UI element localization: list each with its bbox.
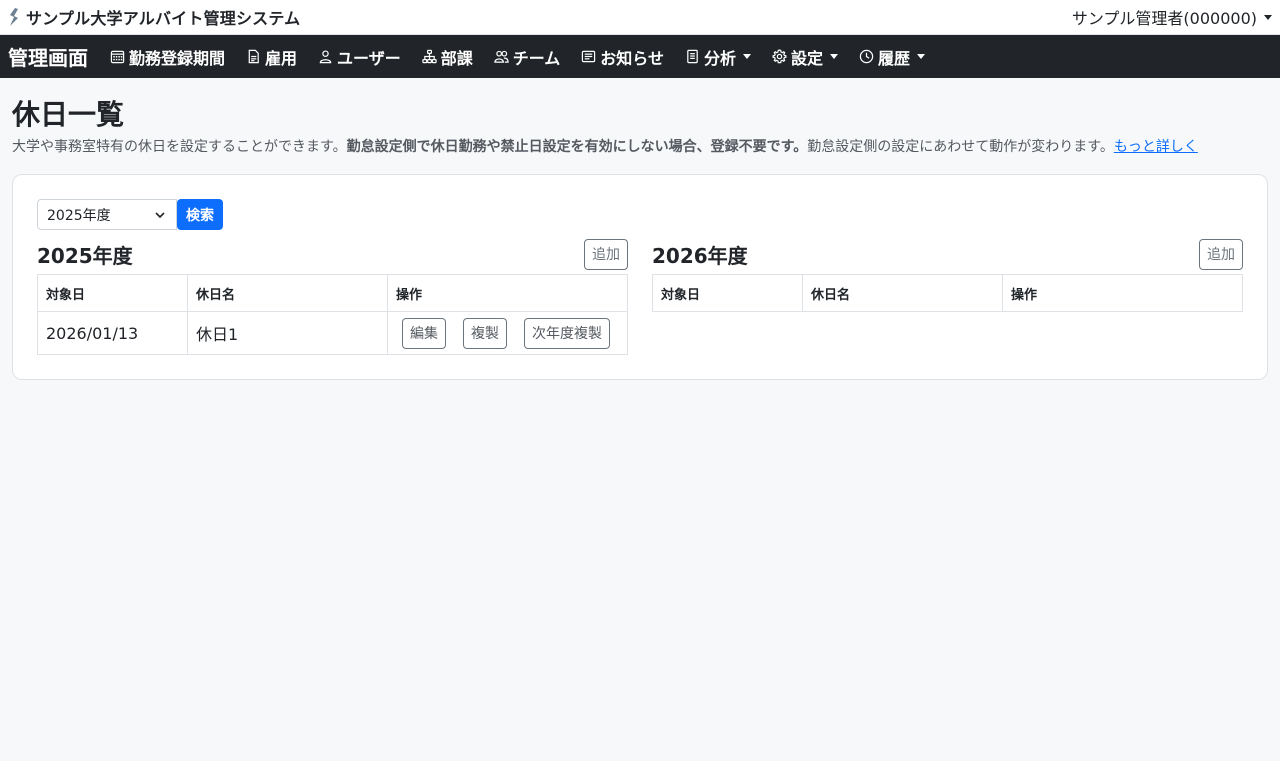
chevron-down-icon <box>917 54 925 59</box>
year-select-value: 2025年度 <box>47 207 111 224</box>
gear-icon <box>772 49 787 64</box>
column-header-date: 対象日 <box>37 274 188 312</box>
year-title: 2025年度 <box>37 243 133 268</box>
nav-item-users[interactable]: ユーザー <box>318 45 401 69</box>
nav-items: 勤務登録期間 雇用 ユーザー 部課 チーム お知らせ 分析 設定 履歴 <box>110 45 946 69</box>
add-holiday-button[interactable]: 追加 <box>584 238 628 270</box>
nav-item-history[interactable]: 履歴 <box>859 45 925 69</box>
nav-item-analysis[interactable]: 分析 <box>685 45 751 69</box>
nav-item-notices[interactable]: お知らせ <box>581 45 664 69</box>
people-icon <box>494 50 509 63</box>
duplicate-button[interactable]: 複製 <box>463 317 507 349</box>
news-icon <box>582 50 596 63</box>
year-section-2025: 2025年度 追加 対象日 休日名 操作 2026/01/13 休日1 編集 複… <box>37 238 628 355</box>
nav-item-label: 雇用 <box>265 48 298 68</box>
column-header-name: 休日名 <box>802 274 1003 312</box>
app-logo-icon <box>10 8 18 26</box>
holiday-table: 対象日 休日名 操作 <box>652 274 1243 312</box>
nav-brand[interactable]: 管理画面 <box>8 42 88 71</box>
year-section-2026: 2026年度 追加 対象日 休日名 操作 <box>652 238 1243 312</box>
copy-to-next-year-button[interactable]: 次年度複製 <box>524 317 610 349</box>
add-holiday-button[interactable]: 追加 <box>1199 238 1243 270</box>
app-brand[interactable]: サンプル大学アルバイト管理システム <box>8 5 300 29</box>
nav-item-label: チーム <box>512 48 561 68</box>
chevron-down-icon <box>155 211 165 218</box>
nav-item-teams[interactable]: チーム <box>494 45 561 69</box>
nav-item-work-period[interactable]: 勤務登録期間 <box>110 45 225 69</box>
top-bar: サンプル大学アルバイト管理システム サンプル管理者(000000) <box>0 0 1280 35</box>
edit-button[interactable]: 編集 <box>402 317 446 349</box>
nav-item-label: 分析 <box>703 48 736 68</box>
nav-item-label: お知らせ <box>600 48 664 68</box>
chevron-down-icon <box>742 54 751 59</box>
chevron-down-icon <box>1264 14 1272 20</box>
page-description: 大学や事務室特有の休日を設定することができます。勤怠設定側で休日勤務や禁止日設定… <box>12 136 1198 156</box>
user-menu[interactable]: サンプル管理者(000000) <box>1072 5 1272 29</box>
calendar-icon <box>110 50 125 64</box>
nav-item-label: 設定 <box>790 48 823 68</box>
holiday-card: 2025年度 検索 2025年度 追加 対象日 休日名 操作 2026/01/1… <box>12 174 1268 380</box>
table-row: 2026/01/13 休日1 編集 複製 次年度複製 <box>37 311 628 355</box>
holiday-date: 2026/01/13 <box>37 311 188 355</box>
nav-item-label: 勤務登録期間 <box>129 48 226 68</box>
nav-item-label: 履歴 <box>877 48 910 68</box>
column-header-ops: 操作 <box>387 274 628 312</box>
app-title: サンプル大学アルバイト管理システム <box>26 9 301 28</box>
year-header: 2025年度 追加 <box>37 238 628 270</box>
clock-icon <box>859 49 874 64</box>
column-header-ops: 操作 <box>1002 274 1243 312</box>
main-navbar: 管理画面 勤務登録期間 雇用 ユーザー 部課 チーム お知らせ 分析 設定 履歴 <box>0 35 1280 78</box>
column-header-date: 対象日 <box>652 274 803 312</box>
page-title: 休日一覧 <box>12 98 125 131</box>
table-header-row: 対象日 休日名 操作 <box>37 274 628 312</box>
nav-item-label: 部課 <box>440 48 473 68</box>
chevron-down-icon <box>829 54 838 59</box>
search-button[interactable]: 検索 <box>177 199 223 230</box>
nav-item-departments[interactable]: 部課 <box>422 45 473 69</box>
table-header-row: 対象日 休日名 操作 <box>652 274 1243 312</box>
org-chart-icon <box>422 49 437 64</box>
year-select[interactable]: 2025年度 <box>37 199 177 230</box>
desc-text-2: 勤怠設定側の設定にあわせて動作が変わります。 <box>807 139 1114 155</box>
more-details-link[interactable]: もっと詳しく <box>1114 139 1198 155</box>
year-title: 2026年度 <box>652 243 748 268</box>
holiday-ops: 編集 複製 次年度複製 <box>387 311 628 355</box>
desc-text-1: 大学や事務室特有の休日を設定することができます。 <box>12 139 347 155</box>
search-form: 2025年度 検索 <box>37 199 223 230</box>
nav-item-label: ユーザー <box>337 48 401 68</box>
year-header: 2026年度 追加 <box>652 238 1243 270</box>
holiday-name: 休日1 <box>187 311 388 355</box>
document-icon <box>248 49 259 64</box>
person-icon <box>319 50 332 64</box>
holiday-table: 対象日 休日名 操作 2026/01/13 休日1 編集 複製 次年度複製 <box>37 274 628 355</box>
report-icon <box>687 49 698 64</box>
desc-bold-text: 勤怠設定側で休日勤務や禁止日設定を有効にしない場合、登録不要です。 <box>346 139 808 155</box>
nav-item-employment[interactable]: 雇用 <box>246 45 297 69</box>
nav-item-settings[interactable]: 設定 <box>772 45 838 69</box>
user-name: サンプル管理者(000000) <box>1071 9 1257 28</box>
column-header-name: 休日名 <box>187 274 388 312</box>
